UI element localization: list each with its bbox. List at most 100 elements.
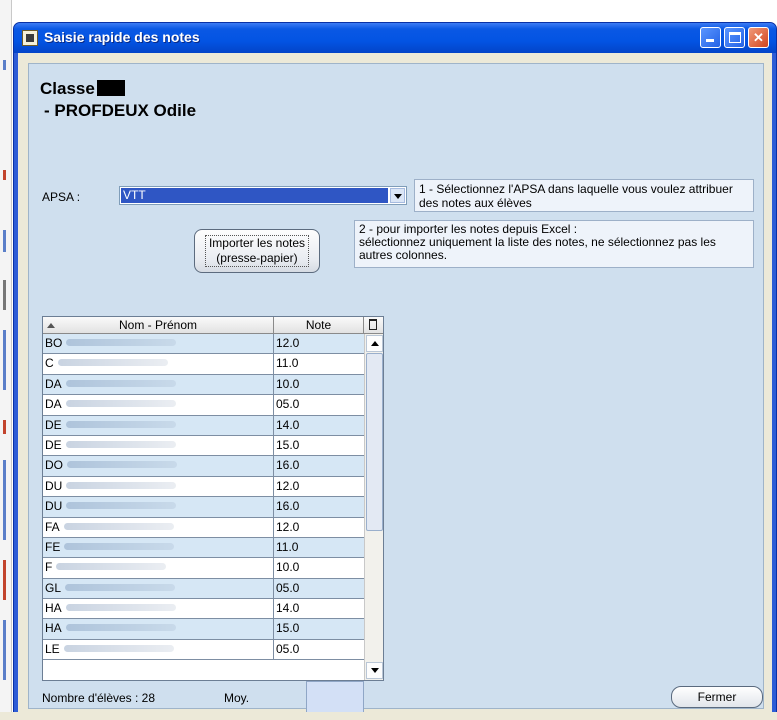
title-bar[interactable]: Saisie rapide des notes ✕ <box>14 23 776 53</box>
table-row[interactable]: DU 16.0 <box>43 497 364 518</box>
blurred-name <box>65 604 176 612</box>
note-cell[interactable]: 12.0 <box>274 476 364 497</box>
import-hint-line2: sélectionnez uniquement la liste des not… <box>359 235 716 262</box>
column-header-note[interactable]: Note <box>274 317 364 334</box>
average-field <box>306 681 364 713</box>
note-cell[interactable]: 16.0 <box>274 497 364 517</box>
student-name-cell[interactable]: FA <box>43 517 274 537</box>
student-name-cell[interactable]: DE <box>43 415 274 435</box>
student-name-text: DO <box>45 458 63 473</box>
table-row[interactable]: HA 15.0 <box>43 619 364 640</box>
student-name-cell[interactable]: C <box>43 354 274 374</box>
note-cell[interactable]: 12.0 <box>274 517 364 537</box>
close-icon: ✕ <box>753 30 764 45</box>
apsa-select[interactable]: VTT <box>119 186 407 205</box>
student-name-cell[interactable]: FE <box>43 537 274 558</box>
import-button-line2: (presse-papier) <box>216 251 298 265</box>
student-name-cell[interactable]: DE <box>43 435 274 456</box>
notes-grid: Nom - Prénom Note BO 12.0 C 11.0 DA 10.0 DA 05.… <box>42 316 384 681</box>
student-name-cell[interactable]: DU <box>43 476 274 497</box>
student-name-text: FA <box>45 519 60 534</box>
student-name-cell[interactable]: DO <box>43 456 274 476</box>
background-marker <box>3 420 6 434</box>
table-row[interactable]: FA 12.0 <box>43 517 364 538</box>
scroll-up-icon[interactable] <box>366 335 383 352</box>
student-name-cell[interactable]: BO <box>43 334 274 354</box>
blurred-name <box>65 583 176 591</box>
student-name-cell[interactable]: LE <box>43 639 274 660</box>
chevron-down-icon[interactable] <box>390 188 405 203</box>
table-row[interactable]: DA 10.0 <box>43 374 364 396</box>
blurred-name <box>64 542 175 550</box>
classe-label: Classe <box>40 79 95 98</box>
note-cell[interactable]: 12.0 <box>274 334 364 354</box>
note-cell[interactable]: 11.0 <box>274 354 364 374</box>
close-window-button[interactable]: ✕ <box>748 27 769 48</box>
maximize-button[interactable] <box>724 27 745 48</box>
table-row[interactable]: GL 05.0 <box>43 578 364 600</box>
column-header-note-label: Note <box>305 318 332 332</box>
student-name-cell[interactable]: GL <box>43 578 274 599</box>
scrollbar-thumb[interactable] <box>366 353 383 531</box>
import-button-line1: Importer les notes <box>208 236 306 250</box>
client-area: Classe - PROFDEUX Odile APSA : VTT 1 - S… <box>18 53 772 717</box>
table-row[interactable]: LE 05.0 <box>43 639 364 661</box>
column-header-name[interactable]: Nom - Prénom <box>43 317 274 334</box>
background-marker <box>3 170 6 180</box>
table-row[interactable]: DA 05.0 <box>43 395 364 416</box>
note-cell[interactable]: 15.0 <box>274 435 364 456</box>
main-panel: Classe - PROFDEUX Odile APSA : VTT 1 - S… <box>28 63 764 713</box>
apsa-label: APSA : <box>42 190 81 204</box>
background-window-strip <box>0 0 12 720</box>
import-hint: 2 - pour importer les notes depuis Excel… <box>354 220 754 268</box>
sort-ascending-icon <box>47 323 55 328</box>
grid-scrollbar[interactable] <box>364 334 383 680</box>
note-cell[interactable]: 14.0 <box>274 599 364 619</box>
apsa-hint: 1 - Sélectionnez l'APSA dans laquelle vo… <box>414 179 754 212</box>
blurred-name <box>66 481 177 489</box>
grid-rows: BO 12.0 C 11.0 DA 10.0 DA 05.0 DE 14.0 DE 15.0 DO 16.… <box>43 334 364 661</box>
student-name-text: DA <box>45 397 62 412</box>
import-notes-button[interactable]: Importer les notes (presse-papier) <box>194 229 320 273</box>
note-cell[interactable]: 10.0 <box>274 374 364 395</box>
table-row[interactable]: DE 14.0 <box>43 415 364 436</box>
student-name-text: HA <box>45 621 62 636</box>
table-row[interactable]: FE 11.0 <box>43 537 364 559</box>
column-header-name-label: Nom - Prénom <box>118 318 198 332</box>
blurred-name <box>66 502 177 510</box>
minimize-button[interactable] <box>700 27 721 48</box>
student-name-text: DA <box>45 376 62 391</box>
note-cell[interactable]: 14.0 <box>274 415 364 435</box>
close-button[interactable]: Fermer <box>671 686 763 708</box>
column-chooser-button[interactable] <box>364 317 383 334</box>
table-row[interactable]: DU 12.0 <box>43 476 364 498</box>
student-name-cell[interactable]: DU <box>43 497 274 517</box>
table-row[interactable]: C 11.0 <box>43 354 364 375</box>
window-title: Saisie rapide des notes <box>44 29 200 45</box>
student-name-cell[interactable]: DA <box>43 395 274 415</box>
blurred-name <box>65 400 176 408</box>
background-marker <box>3 60 6 70</box>
student-name-text: DU <box>45 499 63 514</box>
note-cell[interactable]: 05.0 <box>274 395 364 415</box>
note-cell[interactable]: 10.0 <box>274 558 364 578</box>
table-row[interactable]: DO 16.0 <box>43 456 364 477</box>
note-cell[interactable]: 05.0 <box>274 639 364 660</box>
grid-header: Nom - Prénom Note <box>43 317 383 334</box>
table-row[interactable]: F 10.0 <box>43 558 364 579</box>
student-name-text: HA <box>45 601 62 616</box>
note-cell[interactable]: 16.0 <box>274 456 364 476</box>
note-cell[interactable]: 15.0 <box>274 619 364 639</box>
student-name-cell[interactable]: HA <box>43 619 274 639</box>
student-name-cell[interactable]: F <box>43 558 274 578</box>
student-name-cell[interactable]: HA <box>43 599 274 619</box>
note-cell[interactable]: 05.0 <box>274 578 364 599</box>
table-row[interactable]: HA 14.0 <box>43 599 364 620</box>
student-name-cell[interactable]: DA <box>43 374 274 395</box>
scroll-down-icon[interactable] <box>366 662 383 679</box>
teacher-name: - PROFDEUX Odile <box>44 101 197 120</box>
blurred-name <box>65 624 176 632</box>
table-row[interactable]: BO 12.0 <box>43 334 364 355</box>
table-row[interactable]: DE 15.0 <box>43 435 364 457</box>
note-cell[interactable]: 11.0 <box>274 537 364 558</box>
